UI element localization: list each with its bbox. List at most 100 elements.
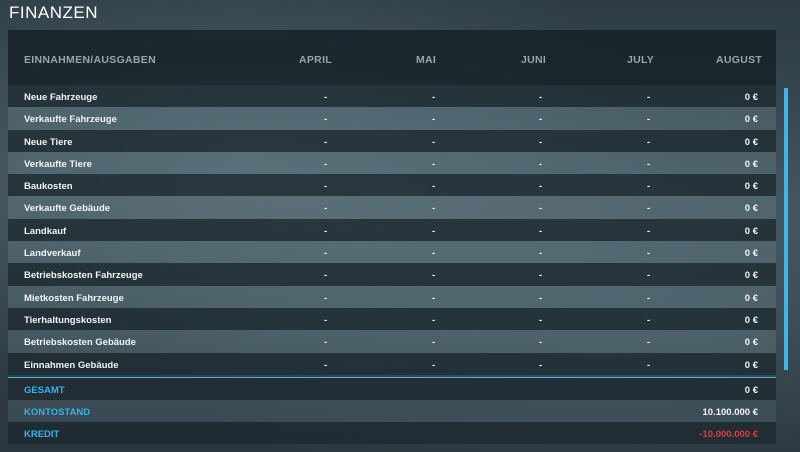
cell-juni: - bbox=[539, 314, 543, 326]
total-row-gesamt: GESAMT 0 € bbox=[8, 378, 776, 400]
cell-august: 0 € bbox=[744, 292, 758, 304]
scrollbar-thumb[interactable] bbox=[784, 88, 788, 370]
row-label: Verkaufte Tiere bbox=[24, 158, 92, 170]
totals-section: GESAMT 0 € KONTOSTAND 10.100.000 € KREDI… bbox=[8, 378, 776, 444]
cell-juni: - bbox=[539, 248, 543, 260]
cell-mai: - bbox=[432, 181, 436, 193]
cell-juni: - bbox=[539, 359, 543, 371]
row-label: Verkaufte Fahrzeuge bbox=[24, 114, 117, 126]
cell-april: - bbox=[324, 314, 328, 326]
gesamt-label: GESAMT bbox=[24, 385, 65, 396]
total-row-kontostand: KONTOSTAND 10.100.000 € bbox=[8, 400, 776, 422]
cell-april: - bbox=[324, 292, 328, 304]
cell-april: - bbox=[324, 225, 328, 237]
cell-mai: - bbox=[432, 114, 436, 126]
cell-july: - bbox=[647, 114, 651, 126]
cell-july: - bbox=[647, 337, 651, 349]
cell-april: - bbox=[324, 270, 328, 282]
kontostand-amount: 10.100.000 € bbox=[702, 407, 758, 418]
cell-juni: - bbox=[539, 136, 543, 148]
total-row-kredit: KREDIT -10.000.000 € bbox=[8, 422, 776, 444]
cell-august: 0 € bbox=[744, 314, 758, 326]
cell-juni: - bbox=[539, 270, 543, 282]
cell-july: - bbox=[647, 181, 651, 193]
header-label: EINNAHMEN/AUSGABEN bbox=[24, 54, 156, 66]
table-row[interactable]: Betriebskosten Fahrzeuge - - - - 0 € bbox=[8, 263, 776, 286]
row-label: Mietkosten Fahrzeuge bbox=[24, 292, 124, 304]
cell-mai: - bbox=[432, 248, 436, 260]
row-label: Betriebskosten Fahrzeuge bbox=[24, 270, 143, 282]
cell-april: - bbox=[324, 136, 328, 148]
cell-july: - bbox=[647, 92, 651, 103]
cell-august: 0 € bbox=[744, 270, 758, 282]
finance-rows: Neue Fahrzeuge - - - - 0 € Verkaufte Fah… bbox=[8, 85, 776, 375]
row-label: Neue Tiere bbox=[24, 136, 73, 148]
row-label: Neue Fahrzeuge bbox=[24, 92, 98, 103]
table-row[interactable]: Neue Tiere - - - - 0 € bbox=[8, 129, 776, 152]
table-row[interactable]: Baukosten - - - - 0 € bbox=[8, 174, 776, 197]
scrollbar[interactable] bbox=[784, 88, 788, 370]
cell-mai: - bbox=[432, 225, 436, 237]
cell-juni: - bbox=[539, 158, 543, 170]
cell-july: - bbox=[647, 314, 651, 326]
cell-april: - bbox=[324, 203, 328, 215]
table-header: EINNAHMEN/AUSGABEN APRIL MAI JUNI JULY A… bbox=[8, 30, 776, 85]
cell-juni: - bbox=[539, 181, 543, 193]
cell-august: 0 € bbox=[744, 92, 758, 103]
kredit-label: KREDIT bbox=[24, 429, 60, 440]
cell-august: 0 € bbox=[744, 181, 758, 193]
cell-august: 0 € bbox=[744, 136, 758, 148]
table-row[interactable]: Tierhaltungskosten - - - - 0 € bbox=[8, 307, 776, 331]
cell-juni: - bbox=[539, 292, 543, 304]
cell-mai: - bbox=[432, 203, 436, 215]
cell-july: - bbox=[647, 270, 651, 282]
cell-july: - bbox=[647, 225, 651, 237]
cell-mai: - bbox=[432, 136, 436, 148]
table-row[interactable]: Betriebskosten Gebäude - - - - 0 € bbox=[8, 330, 776, 353]
cell-juni: - bbox=[539, 225, 543, 237]
cell-august: 0 € bbox=[744, 359, 758, 371]
table-row[interactable]: Mietkosten Fahrzeuge - - - - 0 € bbox=[8, 285, 776, 308]
cell-mai: - bbox=[432, 270, 436, 282]
header-month-mai[interactable]: MAI bbox=[416, 54, 436, 66]
cell-mai: - bbox=[432, 337, 436, 349]
cell-april: - bbox=[324, 248, 328, 260]
cell-august: 0 € bbox=[744, 158, 758, 170]
table-row[interactable]: Landkauf - - - - 0 € bbox=[8, 218, 776, 242]
cell-april: - bbox=[324, 337, 328, 349]
cell-juni: - bbox=[539, 203, 543, 215]
cell-august: 0 € bbox=[744, 337, 758, 349]
cell-mai: - bbox=[432, 158, 436, 170]
cell-july: - bbox=[647, 203, 651, 215]
row-label: Einnahmen Gebäude bbox=[24, 359, 119, 371]
cell-april: - bbox=[324, 92, 328, 103]
gesamt-amount: 0 € bbox=[744, 385, 758, 396]
cell-july: - bbox=[647, 359, 651, 371]
header-month-juni[interactable]: JUNI bbox=[521, 54, 546, 66]
row-label: Landkauf bbox=[24, 225, 67, 237]
cell-juni: - bbox=[539, 92, 543, 103]
cell-august: 0 € bbox=[744, 114, 758, 126]
header-month-april[interactable]: APRIL bbox=[299, 54, 332, 66]
row-label: Verkaufte Gebäude bbox=[24, 203, 111, 215]
cell-july: - bbox=[647, 158, 651, 170]
table-row[interactable]: Landverkauf - - - - 0 € bbox=[8, 241, 776, 264]
table-row[interactable]: Verkaufte Tiere - - - - 0 € bbox=[8, 151, 776, 175]
table-row[interactable]: Verkaufte Fahrzeuge - - - - 0 € bbox=[8, 107, 776, 130]
cell-mai: - bbox=[432, 92, 436, 103]
row-label: Tierhaltungskosten bbox=[24, 314, 112, 326]
cell-mai: - bbox=[432, 292, 436, 304]
kontostand-label: KONTOSTAND bbox=[24, 407, 91, 418]
cell-juni: - bbox=[539, 114, 543, 126]
header-month-july[interactable]: JULY bbox=[627, 54, 654, 66]
cell-july: - bbox=[647, 248, 651, 260]
cell-august: 0 € bbox=[744, 225, 758, 237]
table-row[interactable]: Einnahmen Gebäude - - - - 0 € bbox=[8, 352, 776, 375]
finance-panel: EINNAHMEN/AUSGABEN APRIL MAI JUNI JULY A… bbox=[8, 30, 776, 444]
header-month-august[interactable]: AUGUST bbox=[716, 54, 762, 66]
cell-april: - bbox=[324, 114, 328, 126]
cell-juni: - bbox=[539, 337, 543, 349]
cell-july: - bbox=[647, 136, 651, 148]
table-row[interactable]: Verkaufte Gebäude - - - - 0 € bbox=[8, 196, 776, 219]
table-row[interactable]: Neue Fahrzeuge - - - - 0 € bbox=[8, 85, 776, 108]
